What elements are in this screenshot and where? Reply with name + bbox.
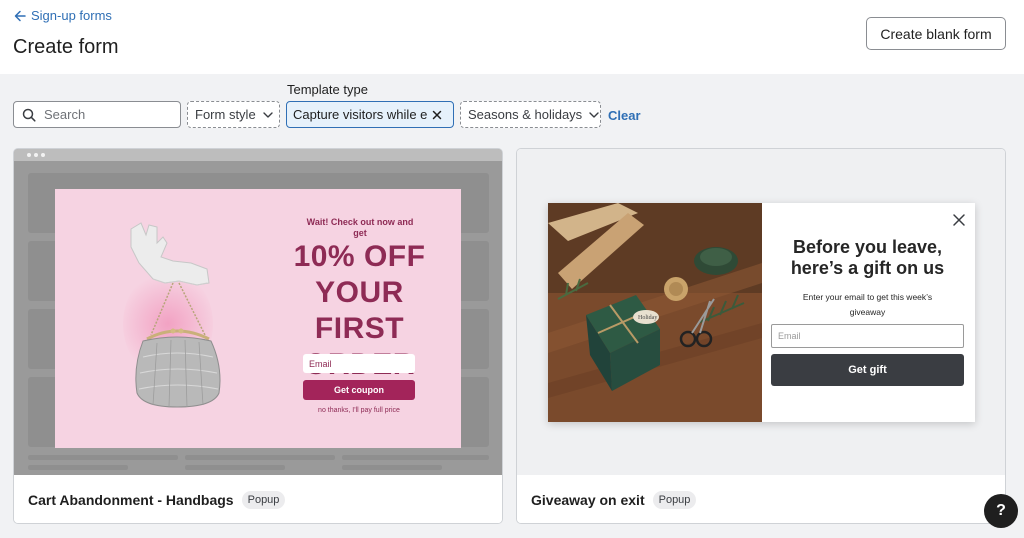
- clear-filters-link[interactable]: Clear: [608, 108, 641, 123]
- mock-footer-line: [185, 455, 335, 460]
- search-box[interactable]: [13, 101, 181, 128]
- popup-email-field: Email: [771, 324, 964, 348]
- search-icon: [22, 108, 36, 122]
- template-type-label: Template type: [287, 82, 368, 97]
- chevron-down-icon: [262, 111, 273, 118]
- gift-tag-text: Holiday: [638, 315, 657, 321]
- arrow-left-icon: [14, 10, 26, 21]
- seasons-holidays-dropdown[interactable]: Seasons & holidays: [460, 101, 601, 128]
- handbag-popup: Wait! Check out now and get 10% OFF YOUR…: [55, 189, 461, 448]
- back-link-label: Sign-up forms: [31, 8, 112, 23]
- popup-get-gift-button: Get gift: [771, 354, 964, 386]
- template-card-giveaway-on-exit[interactable]: Holiday Before you leave, here’s a gift …: [516, 148, 1006, 524]
- popup-eyebrow: Wait! Check out now and get: [306, 217, 414, 238]
- mock-footer-line: [185, 465, 285, 470]
- type-badge: Popup: [241, 491, 286, 509]
- card-footer: Cart Abandonment - Handbags Popup: [14, 475, 502, 523]
- template-preview: Holiday Before you leave, here’s a gift …: [517, 149, 1005, 475]
- card-title: Cart Abandonment - Handbags: [28, 492, 234, 508]
- popup-headline: Before you leave, here’s a gift on us: [790, 237, 945, 278]
- type-badge: Popup: [652, 491, 697, 509]
- popup-decline-link: no thanks, I'll pay full price: [318, 407, 400, 414]
- close-icon: [953, 214, 965, 226]
- mock-footer-line: [342, 465, 442, 470]
- seasons-holidays-label: Seasons & holidays: [468, 107, 583, 122]
- form-style-dropdown[interactable]: Form style: [187, 101, 280, 128]
- template-type-chip[interactable]: Capture visitors while exi: [286, 101, 454, 128]
- page-title: Create form: [13, 36, 119, 58]
- popup-get-coupon-button: Get coupon: [303, 380, 415, 400]
- template-type-value: Capture visitors while exi: [293, 107, 427, 122]
- template-preview: Wait! Check out now and get 10% OFF YOUR…: [14, 149, 502, 475]
- help-button[interactable]: ?: [984, 494, 1018, 528]
- search-input[interactable]: [44, 107, 164, 122]
- popup-email-field: Email: [303, 354, 415, 373]
- page-header: Sign-up forms Create form Create blank f…: [0, 0, 1024, 74]
- chevron-down-icon: [589, 111, 599, 118]
- back-link[interactable]: Sign-up forms: [13, 8, 112, 23]
- giveaway-popup: Holiday Before you leave, here’s a gift …: [548, 203, 975, 422]
- handbag-illustration: [130, 222, 221, 408]
- close-icon[interactable]: [431, 109, 443, 121]
- mock-footer-line: [28, 465, 128, 470]
- gift-photo: Holiday: [548, 203, 762, 422]
- card-footer: Giveaway on exit Popup: [517, 475, 1005, 523]
- mock-footer-line: [28, 455, 178, 460]
- create-blank-form-button[interactable]: Create blank form: [866, 17, 1006, 50]
- popup-subtext: Enter your email to get this week’s give…: [802, 292, 933, 317]
- browser-mock-topbar: [14, 149, 502, 161]
- template-card-cart-abandonment[interactable]: Wait! Check out now and get 10% OFF YOUR…: [13, 148, 503, 524]
- form-style-label: Form style: [195, 107, 256, 122]
- card-title: Giveaway on exit: [531, 492, 645, 508]
- mock-footer-line: [342, 455, 489, 460]
